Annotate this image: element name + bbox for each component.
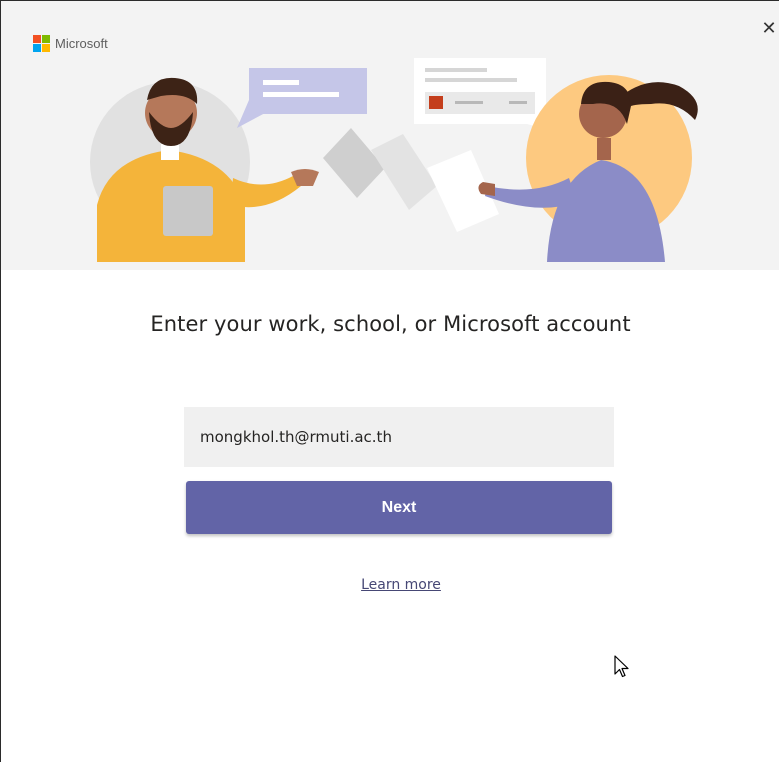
- document-card: [414, 58, 546, 124]
- left-person-collar: [161, 144, 179, 160]
- speech-bubble: [249, 68, 367, 114]
- document-line-2: [425, 78, 517, 82]
- mouse-cursor-icon: [614, 655, 629, 678]
- learn-more-link[interactable]: Learn more: [1, 577, 779, 593]
- left-person-tablet: [163, 186, 213, 236]
- close-icon: ✕: [761, 17, 777, 39]
- right-person-neck: [597, 138, 611, 160]
- speech-line-1: [263, 80, 299, 85]
- attachment-line-1: [455, 101, 483, 104]
- page-title: Enter your work, school, or Microsoft ac…: [150, 312, 631, 336]
- microsoft-logo-icon: [33, 35, 50, 52]
- microsoft-logo: Microsoft: [33, 35, 108, 52]
- sign-in-window: Microsoft ✕ Enter your work, school, or …: [0, 0, 779, 762]
- logo-square-blue: [33, 44, 41, 52]
- logo-square-yellow: [42, 44, 50, 52]
- logo-square-green: [42, 35, 50, 43]
- attachment-line-2: [509, 101, 527, 104]
- close-button[interactable]: ✕: [758, 17, 779, 39]
- window-border: [1, 0, 779, 1]
- microsoft-wordmark: Microsoft: [55, 36, 108, 51]
- powerpoint-icon: [429, 96, 443, 109]
- email-field[interactable]: [184, 407, 614, 467]
- sharing-illustration: [90, 58, 698, 262]
- document-line-1: [425, 68, 487, 72]
- illustration-banner: Microsoft: [1, 0, 779, 270]
- speech-line-2: [263, 92, 339, 97]
- logo-square-red: [33, 35, 41, 43]
- next-button[interactable]: Next: [186, 481, 612, 534]
- paper-1: [323, 128, 385, 198]
